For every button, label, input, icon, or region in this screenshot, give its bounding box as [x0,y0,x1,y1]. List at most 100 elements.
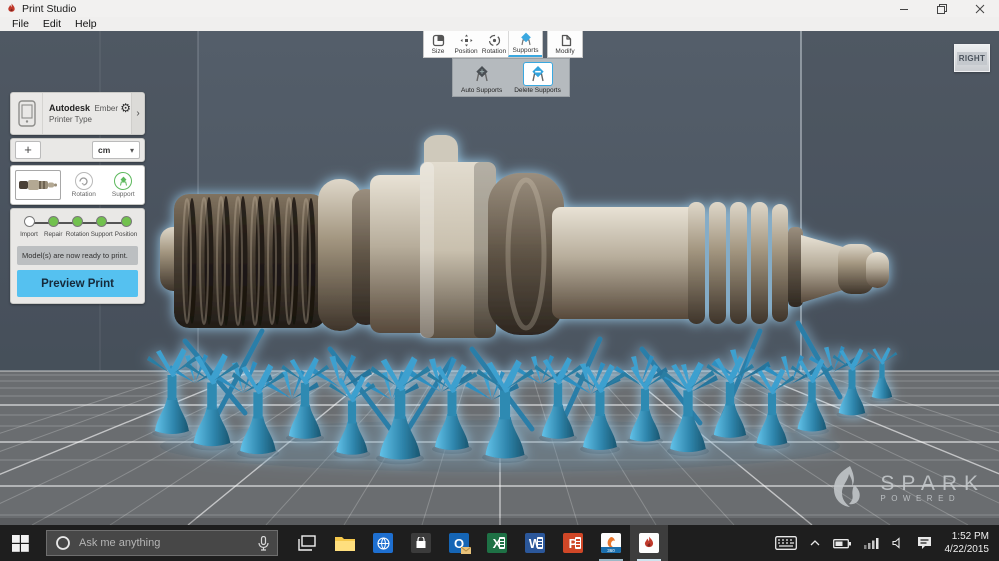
auto-supports-icon [473,65,491,83]
unit-dropdown[interactable]: cm ▾ [92,141,140,159]
auto-supports-button[interactable]: Auto Supports [461,62,502,94]
clock-date: 4/22/2015 [945,543,990,556]
restore-icon [937,4,947,14]
title-bar: Print Studio [0,0,999,17]
printer-brand: Autodesk [49,103,90,113]
step-rotation-dot [72,216,83,227]
cortana-icon [55,535,71,551]
close-button[interactable] [961,0,999,17]
clock-time: 1:52 PM [945,530,990,543]
fusion-360-icon: 360 [601,533,621,553]
modify-button[interactable]: Modify [548,31,582,57]
printer-settings-gear-icon[interactable]: ⚙ [120,101,131,134]
position-button[interactable]: Position [452,31,480,57]
spark-brand-tagline: POWERED [880,494,985,503]
insulator-ribs [688,202,788,324]
model-support-button[interactable]: Support [107,172,141,198]
model-thumbnail[interactable] [15,170,61,200]
show-hidden-icons-chevron[interactable] [810,540,820,546]
step-rotation-label: Rotation [66,231,89,238]
network-signal-icon[interactable] [864,537,879,549]
step-support-label: Support [91,231,113,238]
step-support: Support [90,216,114,238]
printer-model: Ember [94,104,118,113]
supports-button[interactable]: Supports [508,31,542,57]
touch-keyboard-icon[interactable] [775,536,797,550]
model-card: Rotation Support [10,165,145,205]
search-input[interactable] [79,537,250,549]
unit-value: cm [98,145,110,155]
spark-powered-logo: SPARK POWERED [828,465,985,511]
add-model-row: + cm ▾ [10,138,145,162]
auto-supports-label: Auto Supports [461,87,502,94]
battery-icon[interactable] [833,538,851,549]
step-repair: Repair [41,216,65,238]
outlook-icon: O [449,533,469,553]
cortana-search-box[interactable] [46,530,278,556]
step-support-dot [96,216,107,227]
add-model-button[interactable]: + [15,141,41,159]
edge-browser-icon [373,533,393,553]
app-window: Print Studio File Edit Help [0,0,999,561]
position-label: Position [454,48,477,55]
model-rotation-button[interactable]: Rotation [67,172,101,198]
menu-bar: File Edit Help [0,17,999,31]
minimize-button[interactable] [885,0,923,17]
printer-card[interactable]: Autodesk Ember Printer Type ⚙ › [10,92,145,135]
supports-submenu: Auto Supports Delete Supports [452,58,570,97]
modify-icon [559,34,572,47]
print-studio-taskbar-icon [639,533,659,553]
step-import: Import [17,216,41,238]
action-center-icon[interactable] [917,536,932,550]
edge-browser-button[interactable] [364,525,402,561]
print-studio-app-icon [6,3,17,14]
rotation-button[interactable]: Rotation [480,31,508,57]
model-rotation-label: Rotation [72,191,96,198]
taskbar: O X W P 360 [0,525,999,561]
position-icon [460,34,473,47]
task-view-button[interactable] [288,525,326,561]
status-card: Import Repair Rotation Support Position … [10,208,145,304]
restore-button[interactable] [923,0,961,17]
store-icon [411,533,431,553]
printer-type-label: Printer Type [49,114,120,125]
microphone-icon[interactable] [258,536,269,551]
spark-brand-name: SPARK [880,474,985,494]
workflow-steps: Import Repair Rotation Support Position [17,216,138,242]
modify-label: Modify [555,48,574,55]
size-icon [432,34,445,47]
menu-edit[interactable]: Edit [37,18,67,30]
viewport-3d[interactable]: Size Position Rotation Supports [0,31,999,525]
print-studio-taskbar-button[interactable] [630,525,668,561]
view-cube-face-label: RIGHT [957,52,987,65]
view-cube[interactable]: RIGHT [954,44,990,72]
store-button[interactable] [402,525,440,561]
fusion-360-button[interactable]: 360 [592,525,630,561]
step-position: Position [114,216,138,238]
powerpoint-button[interactable]: P [554,525,592,561]
word-button[interactable]: W [516,525,554,561]
menu-file[interactable]: File [6,18,35,30]
menu-help[interactable]: Help [69,18,103,30]
powerpoint-icon: P [563,533,583,553]
start-button[interactable] [0,525,40,561]
panel-collapse-chevron[interactable]: › [131,93,144,134]
delete-supports-button[interactable]: Delete Supports [514,62,561,94]
taskbar-apps: O X W P 360 [288,525,668,561]
preview-print-button[interactable]: Preview Print [17,270,138,297]
chevron-down-icon: ▾ [130,146,134,155]
top-toolbar: Size Position Rotation Supports [423,31,583,58]
size-button[interactable]: Size [424,31,452,57]
left-panel: Autodesk Ember Printer Type ⚙ › + cm ▾ [10,92,145,304]
outlook-button[interactable]: O [440,525,478,561]
close-icon [975,4,985,14]
step-rotation: Rotation [66,216,90,238]
build-scene [0,31,999,525]
file-explorer-button[interactable] [326,525,364,561]
taskbar-clock[interactable]: 1:52 PM 4/22/2015 [945,530,990,556]
task-view-icon [298,535,316,551]
rotation-icon [488,34,501,47]
volume-icon[interactable] [892,537,904,549]
excel-button[interactable]: X [478,525,516,561]
file-explorer-icon [335,535,355,551]
